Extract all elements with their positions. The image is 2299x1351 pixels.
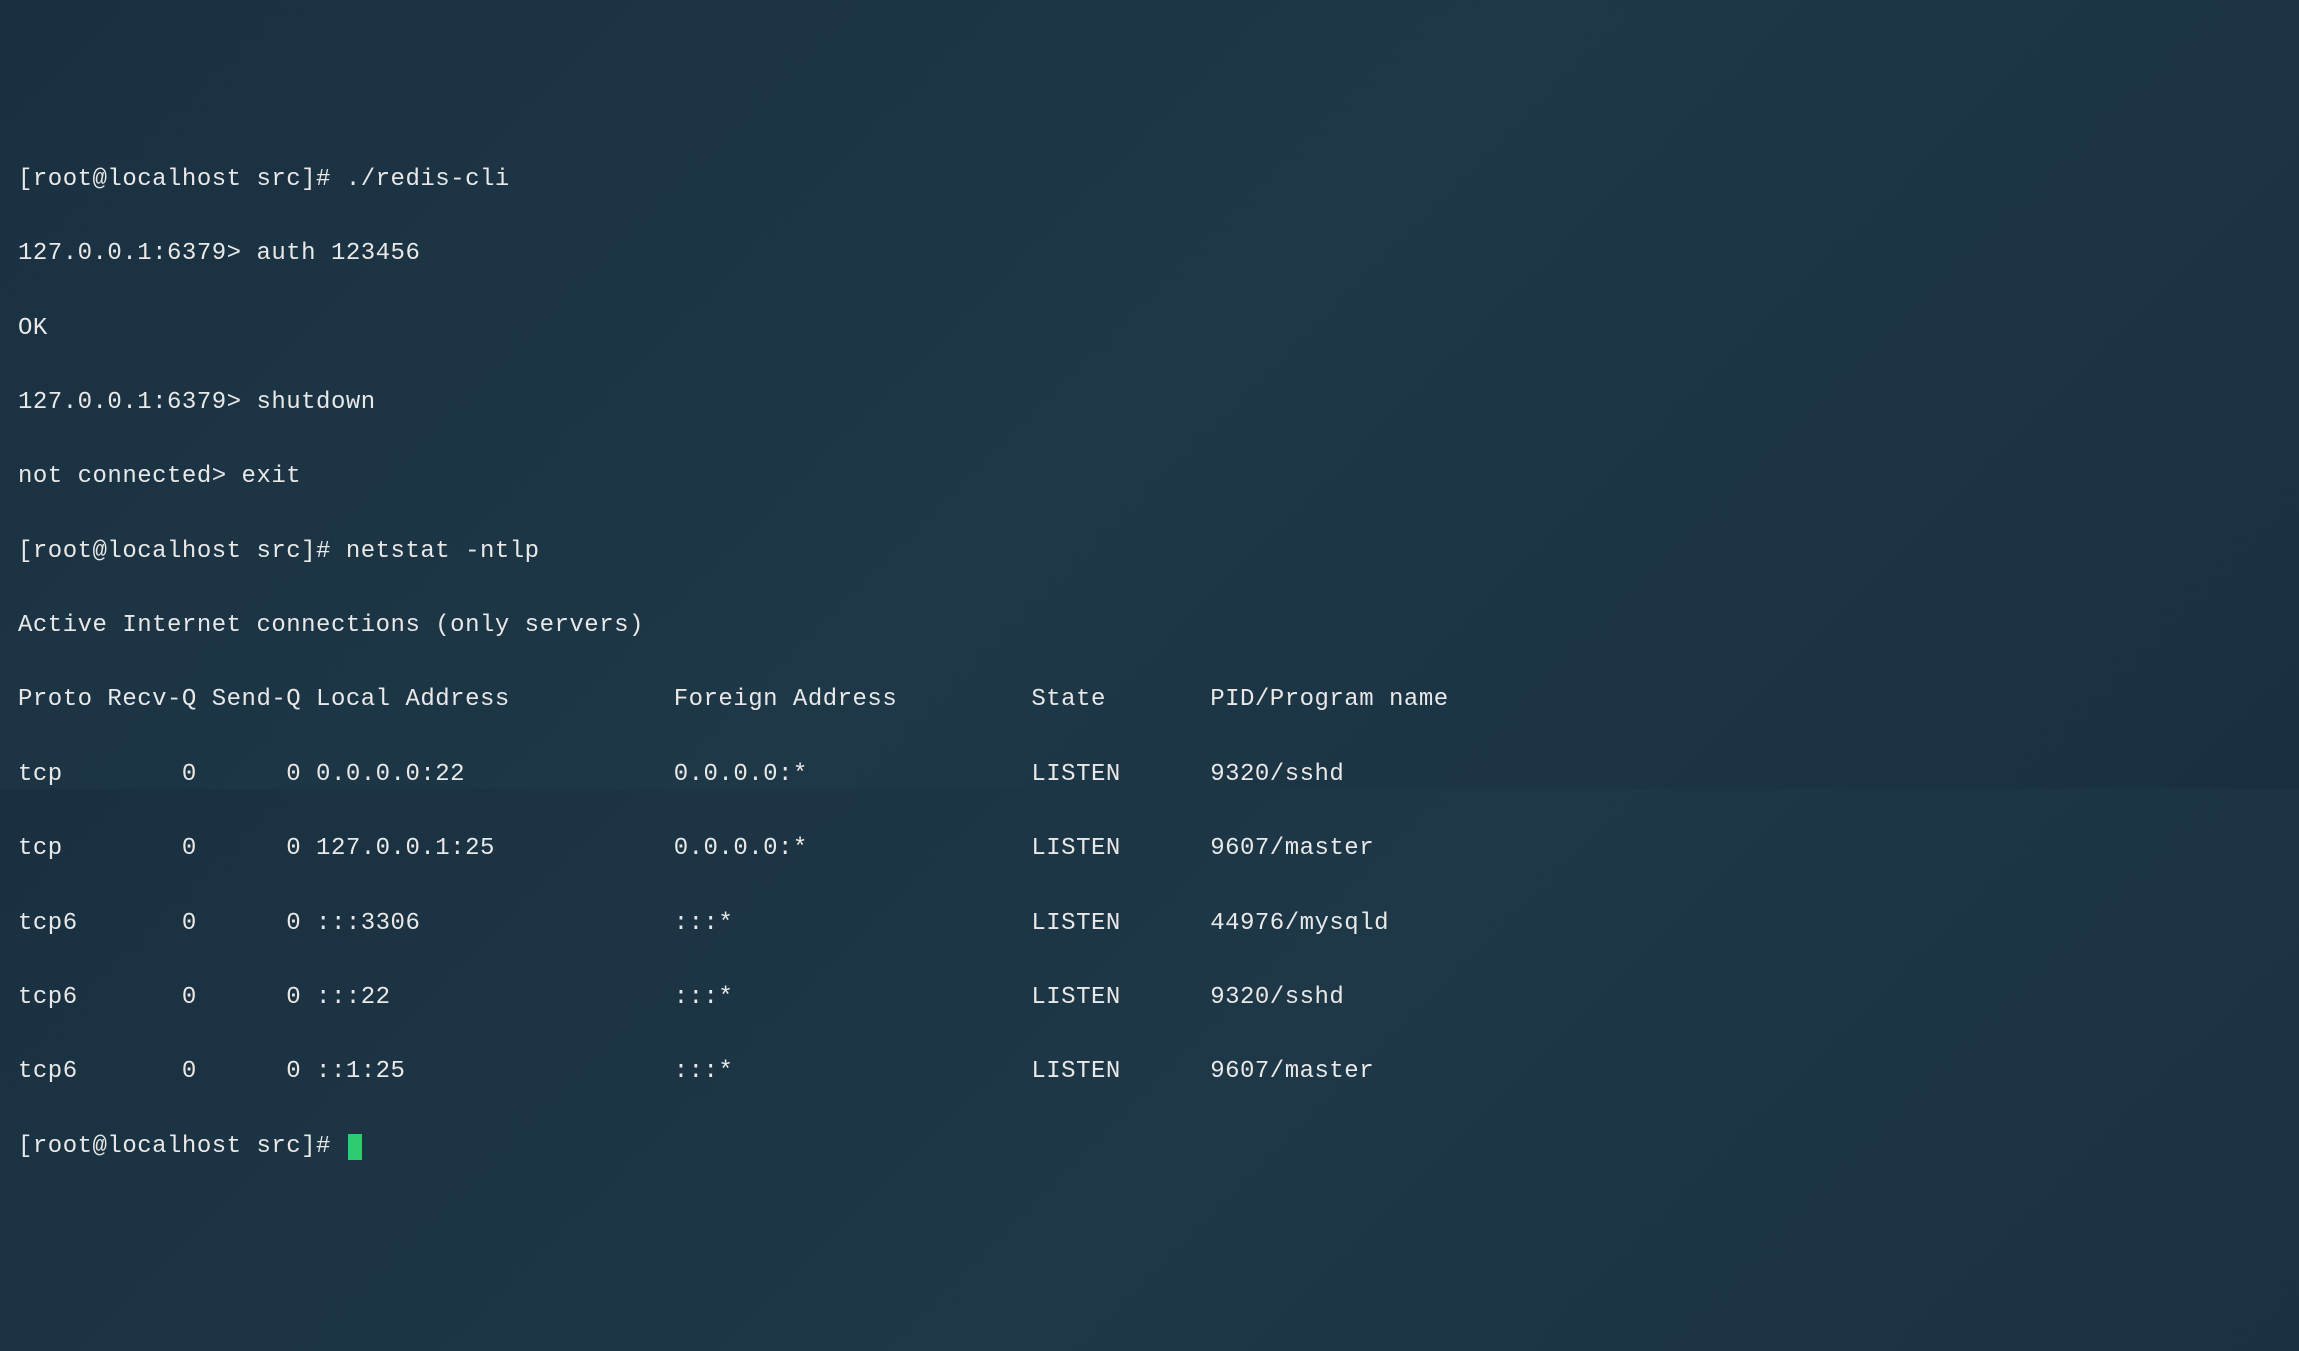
terminal-line-netstat-row: tcp6 0 0 :::3306 :::* LISTEN 44976/mysql… (18, 905, 2281, 942)
terminal-line-redis-shutdown: 127.0.0.1:6379> shutdown (18, 384, 2281, 421)
terminal-line-redis-auth: 127.0.0.1:6379> auth 123456 (18, 235, 2281, 272)
cursor-icon (348, 1134, 362, 1160)
terminal-line-netstat-title: Active Internet connections (only server… (18, 607, 2281, 644)
terminal-line-not-connected-exit: not connected> exit (18, 458, 2281, 495)
terminal-line-netstat-row: tcp6 0 0 ::1:25 :::* LISTEN 9607/master (18, 1053, 2281, 1090)
terminal-line-netstat-header: Proto Recv-Q Send-Q Local Address Foreig… (18, 681, 2281, 718)
terminal-line-prompt-current[interactable]: [root@localhost src]# (18, 1128, 2281, 1165)
terminal-line-netstat-row: tcp6 0 0 :::22 :::* LISTEN 9320/sshd (18, 979, 2281, 1016)
prompt-text: [root@localhost src]# (18, 1133, 346, 1160)
terminal-line-ok: OK (18, 310, 2281, 347)
terminal-line-netstat-row: tcp 0 0 127.0.0.1:25 0.0.0.0:* LISTEN 96… (18, 830, 2281, 867)
terminal-line-prompt-netstat: [root@localhost src]# netstat -ntlp (18, 533, 2281, 570)
terminal-line-prompt-redis-cli: [root@localhost src]# ./redis-cli (18, 161, 2281, 198)
terminal-line-netstat-row: tcp 0 0 0.0.0.0:22 0.0.0.0:* LISTEN 9320… (18, 756, 2281, 793)
